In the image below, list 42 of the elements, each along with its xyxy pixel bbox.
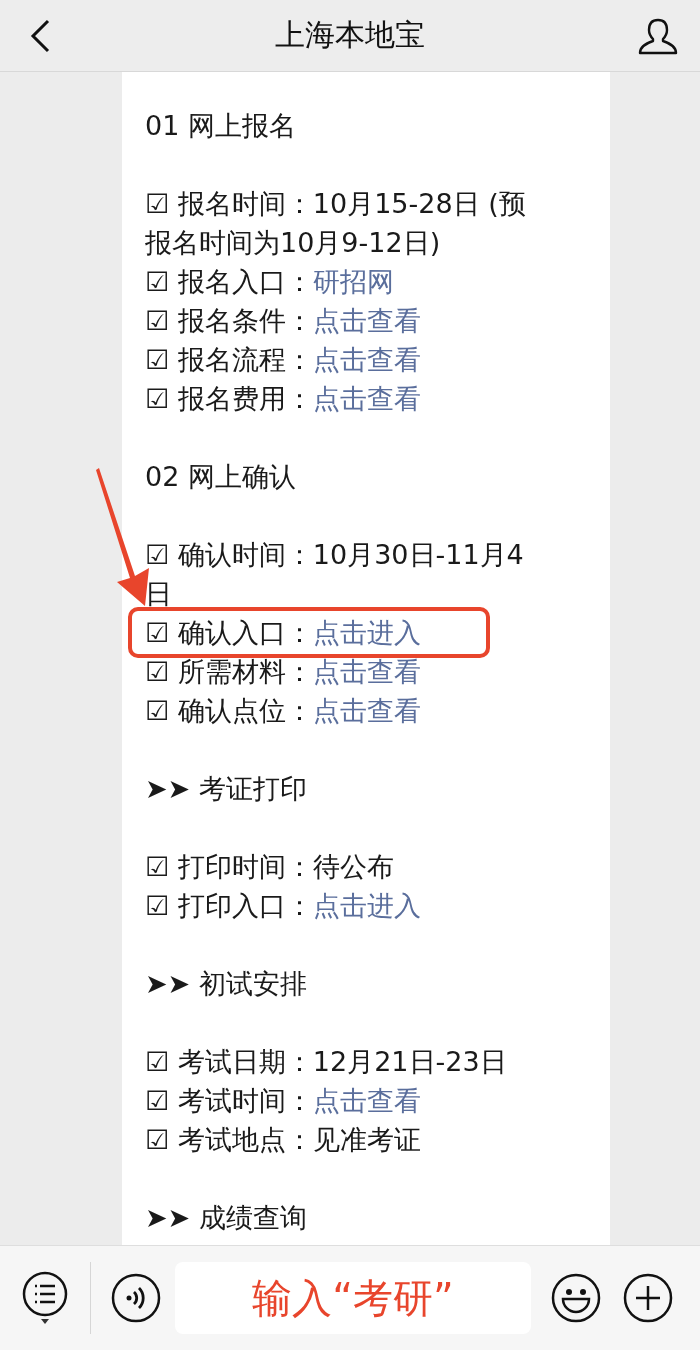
info-line: ☑ 考试日期：12月21日-23日 [145,1045,508,1079]
link[interactable]: 研招网 [312,266,394,297]
info-line: ☑ 报名时间：10月15-28日 (预报名时间为10月9-12日) [145,187,527,260]
info-line: ☑ 考试地点：见准考证 [145,1123,422,1157]
section-heading: 02 网上确认 [145,460,297,494]
menu-button[interactable] [22,1271,68,1325]
section-heading: 01 网上报名 [145,109,297,143]
info-line: ☑ 报名条件：点击查看 [145,304,422,338]
smiley-icon [551,1273,601,1323]
section-heading: ➤➤ 考证打印 [145,772,308,806]
link[interactable]: 点击查看 [312,695,421,726]
link[interactable]: 点击查看 [312,1085,421,1116]
back-icon [28,17,52,54]
link[interactable]: 点击进入 [312,617,421,648]
link[interactable]: 点击进入 [312,890,421,921]
section-heading: ➤➤ 初试安排 [145,967,308,1001]
info-line: ☑ 打印入口：点击进入 [145,889,422,923]
profile-button[interactable] [638,16,678,55]
add-button[interactable] [623,1273,673,1323]
section-heading: ➤➤ 成绩查询 [145,1201,308,1235]
message-input[interactable]: 输入“考研” [175,1262,531,1334]
info-line: ☑ 确认入口：点击进入 [145,616,422,650]
voice-icon [111,1273,161,1323]
info-line: ☑ 确认点位：点击查看 [145,694,422,728]
info-line: ☑ 报名费用：点击查看 [145,382,422,416]
info-line: ☑ 报名流程：点击查看 [145,343,422,377]
info-line: ☑ 打印时间：待公布 [145,850,395,884]
link[interactable]: 点击查看 [312,383,421,414]
list-icon [22,1271,68,1325]
emoji-button[interactable] [551,1273,601,1323]
info-line: ☑ 报名入口：研招网 [145,265,395,299]
info-line: ☑ 考试时间：点击查看 [145,1084,422,1118]
info-line: ☑ 所需材料：点击查看 [145,655,422,689]
info-line: ☑ 确认时间：10月30日-11月4日 [145,538,525,611]
back-button[interactable] [28,17,52,54]
link[interactable]: 点击查看 [312,656,421,687]
link[interactable]: 点击查看 [312,305,421,336]
voice-button[interactable] [111,1273,161,1323]
person-icon [638,16,678,55]
link[interactable]: 点击查看 [312,344,421,375]
plus-icon [623,1273,673,1323]
page-title: 上海本地宝 [274,16,426,54]
